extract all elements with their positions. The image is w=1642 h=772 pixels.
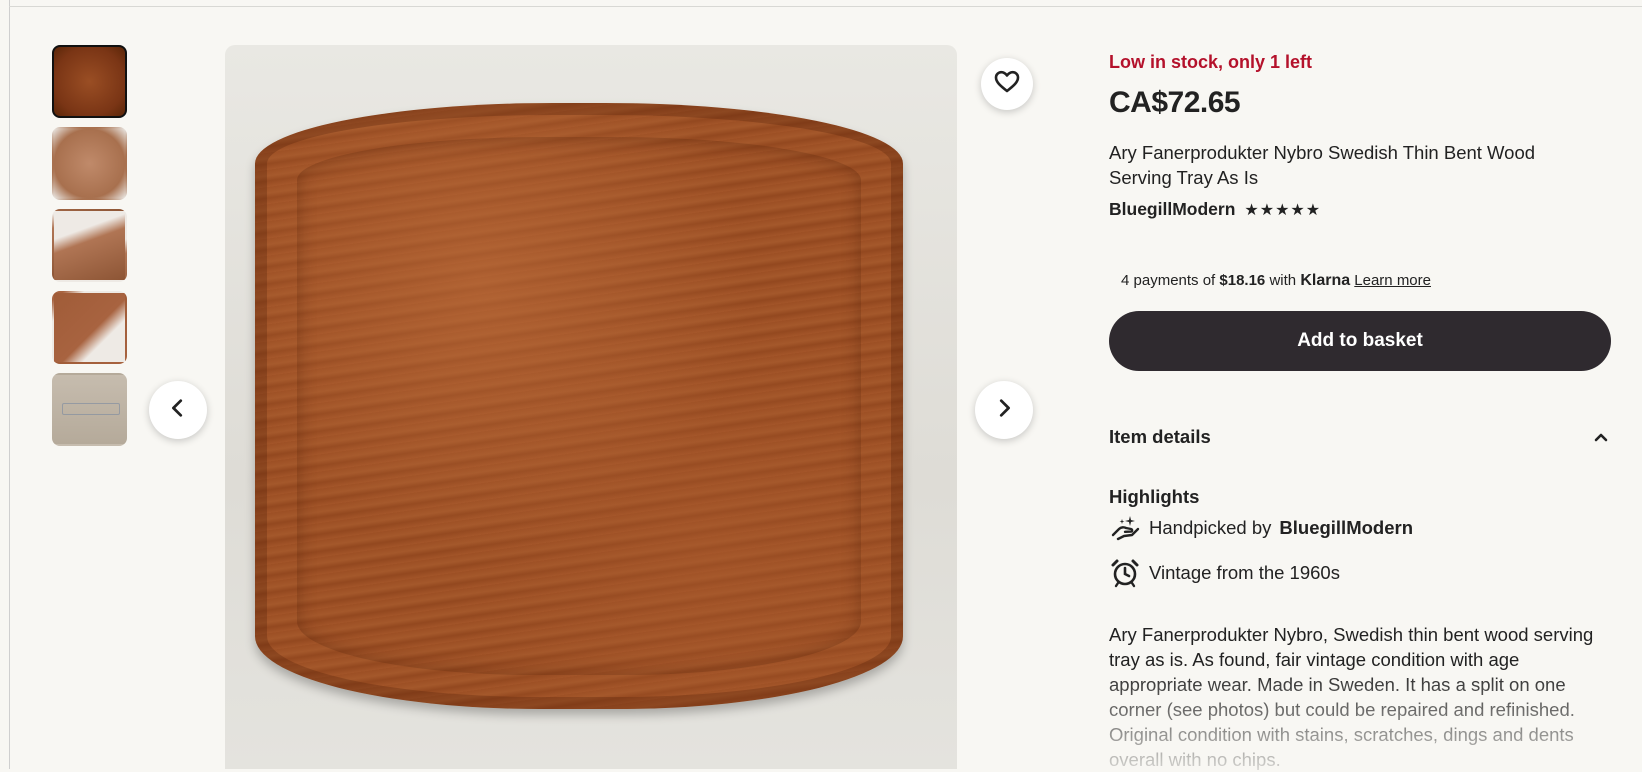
maker-stamp (62, 403, 120, 415)
hand-sparkle-icon (1109, 512, 1141, 544)
stock-notice: Low in stock, only 1 left (1109, 52, 1313, 72)
heart-icon (994, 70, 1020, 99)
price: CA$72.65 (1109, 86, 1241, 119)
thumbnail-2[interactable] (52, 127, 127, 200)
vintage-label: Vintage from the 1960s (1149, 562, 1340, 583)
item-details-toggle[interactable]: Item details (1109, 426, 1611, 448)
klarna-logo: Klarna (1300, 272, 1351, 289)
seller-row: BluegillModern ★★★★★ (1109, 199, 1321, 220)
item-details-title: Item details (1109, 426, 1211, 447)
alarm-clock-icon (1109, 557, 1141, 589)
next-image-button[interactable] (975, 381, 1033, 439)
highlight-handpicked: Handpicked by BluegillModern (1109, 512, 1413, 544)
wood-tray-photo (255, 103, 903, 709)
listing-title: Ary Fanerprodukter Nybro Swedish Thin Be… (1109, 142, 1536, 188)
thumbnail-list (52, 45, 127, 455)
handpicked-seller: BluegillModern (1279, 517, 1414, 538)
rating-stars[interactable]: ★★★★★ (1244, 200, 1321, 220)
chevron-up-icon (1591, 427, 1611, 447)
header-divider (9, 6, 1642, 7)
tray-rim (297, 137, 861, 675)
add-to-basket-button[interactable]: Add to basket (1109, 311, 1611, 371)
klarna-amount: $18.16 (1219, 272, 1266, 289)
handpicked-label: Handpicked by (1149, 517, 1272, 538)
learn-more-link[interactable]: Learn more (1354, 272, 1431, 289)
thumbnail-1[interactable] (52, 45, 127, 118)
chevron-left-icon (167, 397, 189, 424)
main-product-image (225, 45, 957, 769)
item-description: Ary Fanerprodukter Nybro, Swedish thin b… (1109, 624, 1594, 770)
thumbnail-4[interactable] (52, 291, 127, 364)
thumbnail-3[interactable] (52, 209, 127, 282)
klarna-payment-info: 4 payments of $18.16 with Klarna Learn m… (1121, 272, 1431, 290)
chevron-right-icon (993, 397, 1015, 424)
klarna-prefix: 4 payments of (1121, 272, 1216, 289)
favorite-button[interactable] (981, 58, 1033, 110)
highlights-heading: Highlights (1109, 486, 1200, 507)
seller-link[interactable]: BluegillModern (1109, 199, 1235, 220)
klarna-with: with (1269, 272, 1297, 289)
thumbnail-5[interactable] (52, 373, 127, 446)
window-edge (9, 0, 10, 769)
previous-image-button[interactable] (149, 381, 207, 439)
highlight-vintage: Vintage from the 1960s (1109, 557, 1340, 589)
